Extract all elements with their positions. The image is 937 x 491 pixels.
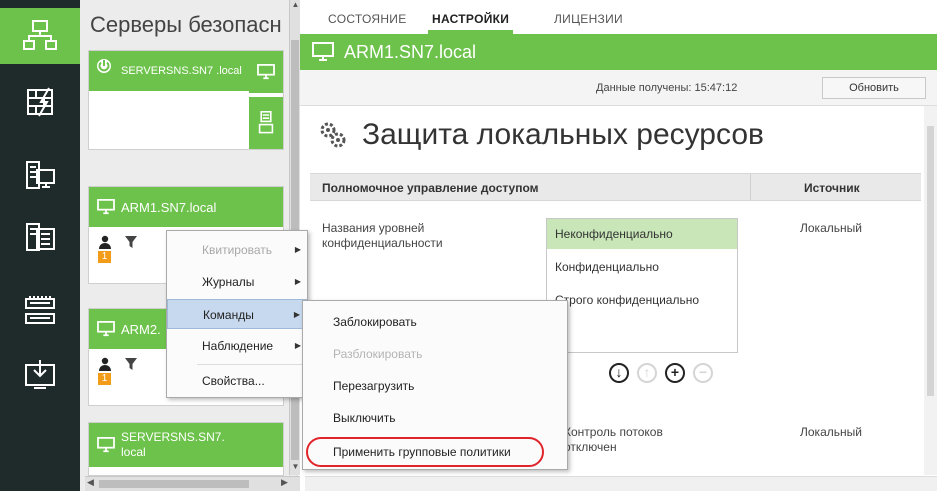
row-source: Локальный — [800, 221, 862, 235]
main-scrollbar[interactable] — [924, 106, 937, 475]
menu-item-commands[interactable]: Команды ▶ — [167, 299, 307, 329]
row-label: Названия уровней конфиденциальности — [322, 221, 443, 250]
move-up-icon[interactable]: ↑ — [637, 363, 657, 383]
switch-icon[interactable] — [12, 283, 68, 339]
column-header-access: Полномочное управление доступом — [322, 181, 539, 195]
power-icon — [95, 57, 113, 75]
monitor-icon — [312, 42, 334, 61]
monitor-icon — [249, 51, 283, 93]
move-down-icon[interactable]: ↓ — [609, 363, 629, 383]
levels-list[interactable]: Неконфиденциально Конфиденциально Строго… — [546, 218, 738, 353]
host-title-bar: ARM1.SN7.local — [300, 34, 937, 70]
filter-icon — [124, 357, 138, 376]
tab-bar: СОСТОЯНИЕ НАСТРОЙКИ ЛИЦЕНЗИИ — [300, 0, 937, 34]
menu-item-properties[interactable]: Свойства... — [167, 366, 307, 396]
tab-status[interactable]: СОСТОЯНИЕ — [328, 12, 407, 26]
tab-licenses[interactable]: ЛИЦЕНЗИИ — [554, 12, 623, 26]
app-window: Серверы безопасн SERVERSNS.SN7 .local AR… — [0, 0, 937, 491]
context-menu: Квитировать ▶ Журналы ▶ Команды ▶ Наблюдени… — [166, 230, 308, 398]
server-name: ARM1.SN7.local — [121, 199, 217, 215]
network-icon[interactable] — [0, 8, 80, 64]
menu-item-monitoring[interactable]: Наблюдение ▶ — [167, 331, 307, 361]
menu-item-unlock[interactable]: Разблокировать — [303, 339, 567, 369]
filter-icon — [124, 235, 138, 254]
alert-badge: 1 — [98, 251, 111, 263]
menu-item-shutdown[interactable]: Выключить — [303, 403, 567, 433]
server-card[interactable]: SERVERSNS.SN7 .local — [88, 50, 284, 150]
delete-icon[interactable]: − — [693, 363, 713, 383]
column-header-source: Источник — [804, 181, 860, 195]
list-item[interactable]: Конфиденциально — [547, 252, 737, 282]
server-card[interactable]: SERVERSNS.SN7. local — [88, 422, 284, 476]
add-icon[interactable]: + — [665, 363, 685, 383]
events-icon[interactable] — [12, 210, 68, 266]
menu-item-logs[interactable]: Журналы ▶ — [167, 267, 307, 297]
list-item[interactable]: Строго конфиденциально — [547, 285, 737, 315]
server-icon — [249, 97, 283, 149]
list-item[interactable]: Неконфиденциально — [547, 219, 737, 249]
servers-hscrollbar[interactable]: ◀ ▶ — [85, 476, 300, 491]
menu-item-reboot[interactable]: Перезагрузить — [303, 371, 567, 401]
list-controls: ↓ ↑ + − — [609, 363, 713, 383]
refresh-button[interactable]: Обновить — [822, 77, 926, 99]
monitor-icon — [97, 437, 115, 453]
monitor-icon — [97, 199, 115, 215]
menu-item-lock[interactable]: Заблокировать — [303, 307, 567, 337]
row-label: Контроль потоков отключен — [564, 425, 663, 454]
server-config-icon[interactable] — [12, 148, 68, 204]
download-icon[interactable] — [12, 346, 68, 402]
table-header: Полномочное управление доступом Источник — [310, 173, 921, 201]
server-name: SERVERSNS.SN7. local — [121, 430, 225, 459]
row-source: Локальный — [800, 425, 862, 439]
host-title: ARM1.SN7.local — [344, 41, 477, 62]
tab-settings[interactable]: НАСТРОЙКИ — [427, 12, 514, 34]
alert-badge: 1 — [98, 373, 111, 385]
menu-item-acknowledge[interactable]: Квитировать ▶ — [167, 235, 307, 265]
received-time: Данные получены: 15:47:12 — [596, 82, 738, 94]
gears-icon — [320, 122, 346, 148]
server-name: SERVERSNS.SN7 .local — [121, 64, 242, 77]
highlight-circle — [306, 437, 544, 467]
monitor-icon — [97, 321, 115, 337]
firewall-icon[interactable] — [12, 74, 68, 130]
servers-title: Серверы безопасн — [90, 12, 282, 37]
info-bar: Данные получены: 15:47:12 Обновить — [300, 70, 937, 106]
nav-rail — [0, 0, 80, 491]
main-hscrollbar[interactable] — [305, 476, 937, 491]
page-title: Защита локальных ресурсов — [318, 118, 764, 152]
server-name: ARM2. — [121, 321, 161, 337]
